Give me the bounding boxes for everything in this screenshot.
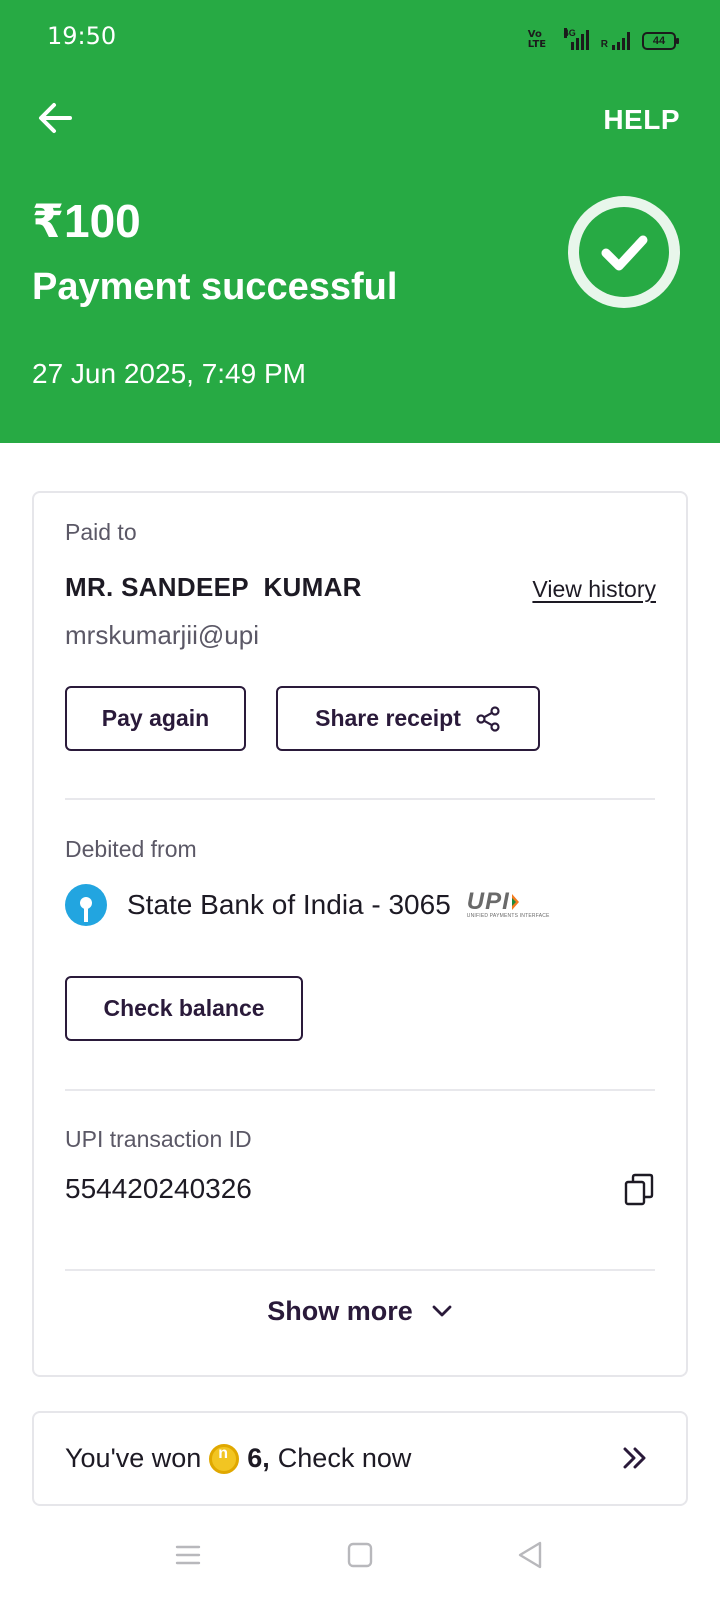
help-button[interactable]: HELP — [603, 104, 680, 136]
upi-logo-subtext: UNIFIED PAYMENTS INTERFACE — [466, 913, 550, 919]
payee-upi-id: mrskumarjii@upi — [65, 620, 259, 650]
reward-text: You've won 6, Check now — [65, 1443, 411, 1474]
divider — [65, 798, 655, 800]
back-button[interactable] — [36, 98, 76, 138]
battery-icon: 44 — [642, 32, 679, 50]
check-circle-icon — [579, 207, 669, 297]
reward-cta: Check now — [277, 1443, 412, 1473]
txn-id-value: 554420240326 — [65, 1173, 252, 1204]
copy-icon — [624, 1173, 654, 1206]
divider — [65, 1269, 655, 1271]
menu-icon — [175, 1545, 201, 1565]
share-icon — [476, 705, 500, 732]
signal-4g-icon: 4G — [563, 28, 589, 50]
payment-amount: ₹100 — [32, 195, 141, 247]
transaction-details-card: Paid to MR. SANDEEP KUMAR View history m… — [32, 491, 688, 1377]
pay-again-button[interactable]: Pay again — [65, 686, 246, 751]
home-square-icon — [347, 1542, 373, 1568]
double-chevron-right-icon — [623, 1447, 646, 1469]
system-back-button[interactable] — [515, 1540, 545, 1570]
upi-logo-text: UPI — [466, 888, 510, 915]
payment-datetime: 27 Jun 2025, 7:49 PM — [32, 358, 306, 389]
upi-logo: UPI UNIFIED PAYMENTS INTERFACE — [466, 888, 550, 920]
share-receipt-button[interactable]: Share receipt — [276, 686, 540, 751]
network-type: 4G — [563, 28, 576, 38]
copy-button[interactable] — [624, 1173, 654, 1207]
status-icons: Vo LTE 4G R 44 — [527, 24, 679, 50]
payment-header: 19:50 Vo LTE 4G R 44 HELP ₹100 Payment s… — [0, 0, 720, 443]
reward-count: 6, — [247, 1443, 270, 1473]
coin-icon — [209, 1443, 240, 1474]
back-triangle-icon — [518, 1541, 542, 1569]
arrow-left-icon — [39, 103, 72, 133]
payment-status: Payment successful — [32, 266, 398, 308]
bank-account-name: State Bank of India - 3065 — [127, 889, 451, 920]
chevron-down-icon — [432, 1305, 452, 1317]
success-badge — [568, 196, 680, 308]
txn-id-label: UPI transaction ID — [65, 1126, 252, 1152]
reward-prefix: You've won — [65, 1443, 202, 1473]
view-history-link[interactable]: View history — [532, 576, 656, 603]
show-more-button[interactable]: Show more — [34, 1291, 686, 1331]
check-balance-label: Check balance — [103, 995, 265, 1021]
pay-again-label: Pay again — [101, 705, 210, 731]
recents-button[interactable] — [173, 1540, 203, 1570]
upi-arrow-icon — [511, 894, 519, 910]
sbi-logo-icon — [65, 884, 107, 926]
bank-account-row: State Bank of India - 3065 UPI UNIFIED P… — [65, 883, 550, 927]
volte-indicator: Vo LTE — [527, 29, 547, 50]
status-time: 19:50 — [47, 22, 117, 50]
status-bar: 19:50 Vo LTE 4G R 44 — [0, 0, 720, 70]
roaming-indicator: R — [600, 39, 608, 50]
divider — [65, 1089, 655, 1091]
paid-to-label: Paid to — [65, 519, 137, 545]
show-more-label: Show more — [267, 1295, 413, 1326]
reward-banner[interactable]: You've won 6, Check now — [32, 1411, 688, 1506]
signal-roaming-icon: R — [601, 28, 630, 50]
debited-from-label: Debited from — [65, 836, 197, 862]
system-nav-bar — [0, 1520, 720, 1600]
payee-name: MR. SANDEEP KUMAR — [65, 572, 362, 602]
check-balance-button[interactable]: Check balance — [65, 976, 303, 1041]
home-button[interactable] — [345, 1540, 375, 1570]
share-receipt-label: Share receipt — [315, 705, 461, 731]
